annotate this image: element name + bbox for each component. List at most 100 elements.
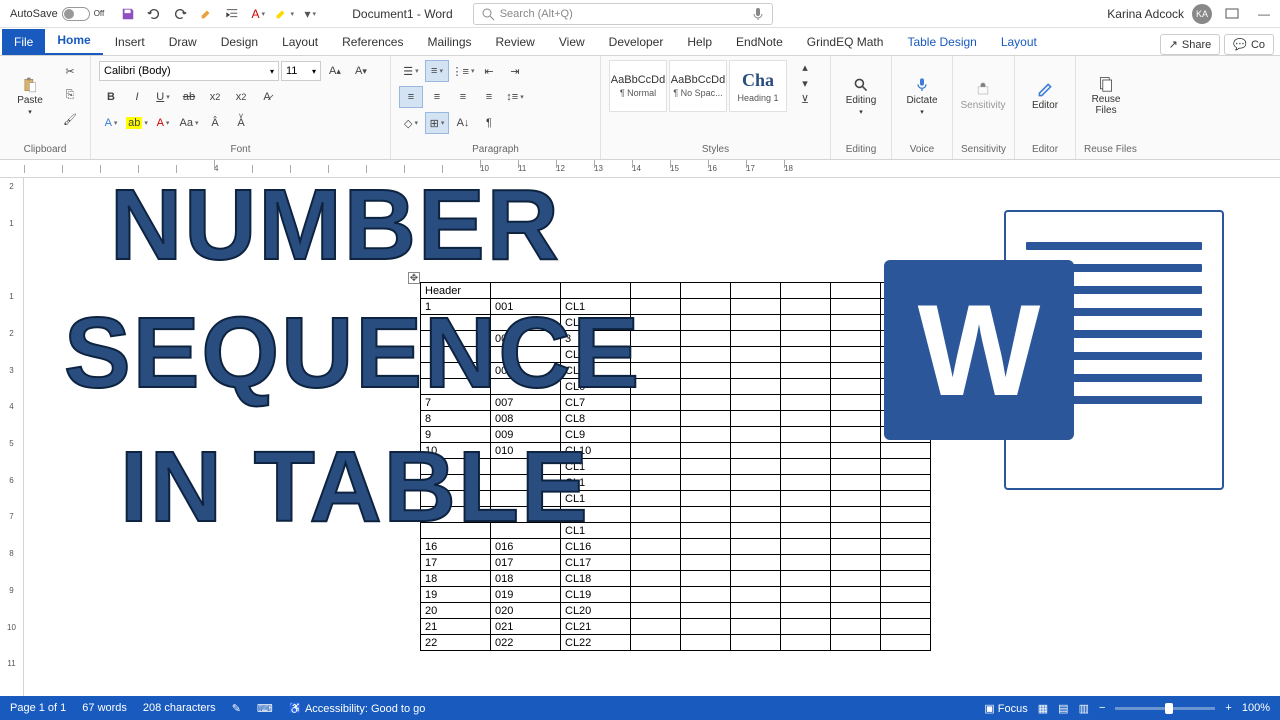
char-shrink-button[interactable]: Aͮ <box>229 112 253 134</box>
style-item-1[interactable]: AaBbCcDd¶ No Spac... <box>669 60 727 112</box>
tab-table-design[interactable]: Table Design <box>895 29 988 55</box>
paste-button[interactable]: Paste▾ <box>8 60 52 132</box>
autosave-toggle[interactable]: AutoSave Off <box>4 7 110 21</box>
style-item-0[interactable]: AaBbCcDd¶ Normal <box>609 60 667 112</box>
view-read-button[interactable]: ▦ <box>1038 702 1048 715</box>
view-web-button[interactable]: ▥ <box>1079 702 1089 715</box>
shrink-font-button[interactable]: A▾ <box>349 60 373 82</box>
redo-button[interactable] <box>168 2 192 26</box>
sort-button[interactable]: A↓ <box>451 112 475 134</box>
reuse-files-button[interactable]: Reuse Files <box>1084 60 1128 132</box>
style-expand[interactable]: ⊻ <box>793 92 817 106</box>
highlight-button[interactable]: ab <box>125 112 149 134</box>
multilevel-button[interactable]: ⋮≡ <box>451 60 475 82</box>
save-button[interactable] <box>116 2 140 26</box>
sensitivity-button[interactable]: Sensitivity <box>961 60 1005 132</box>
strikethrough-button[interactable]: ab <box>177 86 201 108</box>
line-spacing-button[interactable]: ↕≡ <box>503 86 527 108</box>
char-scale-button[interactable]: Â <box>203 112 227 134</box>
bold-button[interactable]: B <box>99 86 123 108</box>
underline-button[interactable]: U <box>151 86 175 108</box>
font-color-button[interactable]: A <box>151 112 175 134</box>
copy-button[interactable]: ⎘ <box>58 84 82 106</box>
tab-help[interactable]: Help <box>675 29 724 55</box>
page[interactable]: ✥ Header1001CL1CL20033CL005CLCL67007CL78… <box>24 178 1280 696</box>
status-words[interactable]: 67 words <box>82 702 127 714</box>
comments-button[interactable]: 💬 Co <box>1224 34 1274 55</box>
style-item-2[interactable]: ChaHeading 1 <box>729 60 787 112</box>
numbering-button[interactable]: ≡ <box>425 60 449 82</box>
user-avatar[interactable]: KA <box>1192 4 1212 24</box>
highlight-qat-button[interactable] <box>272 2 296 26</box>
ribbon-display-button[interactable] <box>1220 2 1244 26</box>
undo-button[interactable] <box>142 2 166 26</box>
align-left-button[interactable]: ≡ <box>399 86 423 108</box>
font-size-select[interactable]: 11▾ <box>281 61 321 81</box>
style-scroll-down[interactable]: ▾ <box>793 76 817 90</box>
tab-grindeq[interactable]: GrindEQ Math <box>795 29 896 55</box>
tab-table-layout[interactable]: Layout <box>989 29 1049 55</box>
styles-gallery[interactable]: AaBbCcDd¶ NormalAaBbCcDd¶ No Spac...ChaH… <box>609 60 787 112</box>
italic-button[interactable]: I <box>125 86 149 108</box>
status-spellcheck-icon[interactable]: ✎ <box>232 702 241 715</box>
grow-font-button[interactable]: A▴ <box>323 60 347 82</box>
share-button[interactable]: ↗ Share <box>1160 34 1221 55</box>
style-scroll-up[interactable]: ▴ <box>793 60 817 74</box>
show-marks-button[interactable]: ¶ <box>477 112 501 134</box>
subscript-button[interactable]: x2 <box>203 86 227 108</box>
status-accessibility[interactable]: ♿ Accessibility: Good to go <box>289 702 426 715</box>
autosave-state: Off <box>94 9 105 18</box>
clear-format-button[interactable]: A̷ <box>255 86 279 108</box>
zoom-in-button[interactable]: + <box>1225 702 1231 714</box>
tab-draw[interactable]: Draw <box>157 29 209 55</box>
zoom-level[interactable]: 100% <box>1242 702 1270 714</box>
tab-file[interactable]: File <box>2 29 45 55</box>
shading-button[interactable]: ◇ <box>399 112 423 134</box>
group-label-editor: Editor <box>1023 144 1067 157</box>
tab-insert[interactable]: Insert <box>103 29 157 55</box>
decrease-indent-button[interactable]: ⇤ <box>477 60 501 82</box>
font-color-qat-button[interactable]: A <box>246 2 270 26</box>
ruler-horizontal[interactable]: 4101112131415161718 <box>0 160 1280 178</box>
editing-button[interactable]: Editing▾ <box>839 60 883 132</box>
tab-view[interactable]: View <box>547 29 597 55</box>
search-input[interactable]: Search (Alt+Q) <box>473 3 773 25</box>
align-right-button[interactable]: ≡ <box>451 86 475 108</box>
table-move-handle[interactable]: ✥ <box>408 272 420 284</box>
view-print-button[interactable]: ▤ <box>1058 702 1068 715</box>
focus-mode-button[interactable]: ▣ Focus <box>984 702 1027 715</box>
minimize-button[interactable]: — <box>1252 2 1276 26</box>
font-name-select[interactable]: Calibri (Body)▾ <box>99 61 279 81</box>
cut-button[interactable]: ✂ <box>58 60 82 82</box>
editor-button[interactable]: Editor <box>1023 60 1067 132</box>
clear-formatting-button[interactable] <box>194 2 218 26</box>
justify-button[interactable]: ≡ <box>477 86 501 108</box>
indent-button[interactable] <box>220 2 244 26</box>
borders-button[interactable]: ⊞ <box>425 112 449 134</box>
tab-layout[interactable]: Layout <box>270 29 330 55</box>
zoom-slider[interactable] <box>1115 707 1215 710</box>
tab-endnote[interactable]: EndNote <box>724 29 795 55</box>
increase-indent-button[interactable]: ⇥ <box>503 60 527 82</box>
tab-mailings[interactable]: Mailings <box>415 29 483 55</box>
text-effects-button[interactable]: A <box>99 112 123 134</box>
tab-developer[interactable]: Developer <box>597 29 676 55</box>
status-lang-icon[interactable]: ⌨ <box>257 702 273 715</box>
qat-customize-button[interactable]: ▾ <box>298 2 322 26</box>
align-center-button[interactable]: ≡ <box>425 86 449 108</box>
format-painter-button[interactable]: 🖌 <box>58 108 82 130</box>
tab-review[interactable]: Review <box>484 29 547 55</box>
tab-design[interactable]: Design <box>209 29 270 55</box>
status-chars[interactable]: 208 characters <box>143 702 216 714</box>
word-table[interactable]: Header1001CL1CL20033CL005CLCL67007CL7800… <box>420 282 931 651</box>
dictate-button[interactable]: Dictate▾ <box>900 60 944 132</box>
status-page[interactable]: Page 1 of 1 <box>10 702 66 714</box>
user-name[interactable]: Karina Adcock <box>1107 7 1184 21</box>
change-case-button[interactable]: Aa <box>177 112 201 134</box>
ruler-vertical[interactable]: 211234567891011 <box>0 178 24 696</box>
superscript-button[interactable]: x2 <box>229 86 253 108</box>
bullets-button[interactable]: ☰ <box>399 60 423 82</box>
tab-references[interactable]: References <box>330 29 415 55</box>
tab-home[interactable]: Home <box>45 27 102 55</box>
zoom-out-button[interactable]: − <box>1099 702 1105 714</box>
